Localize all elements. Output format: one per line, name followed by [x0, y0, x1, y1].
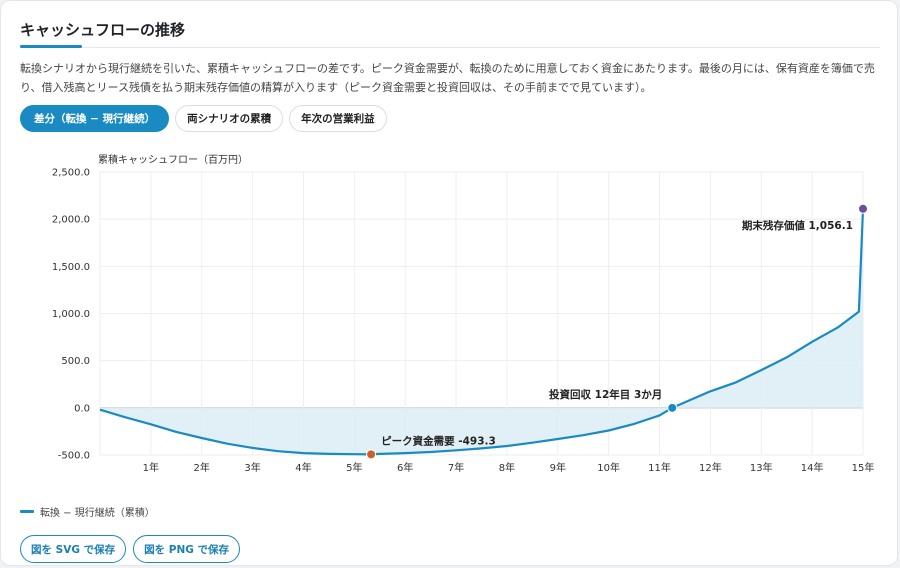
- x-tick-label: 13年: [750, 461, 773, 474]
- x-tick-label: 9年: [550, 461, 566, 474]
- panel-description: 転換シナリオから現行継続を引いた、累積キャッシュフローの差です。ピーク資金需要が…: [20, 62, 875, 94]
- x-tick-label: 14年: [801, 461, 824, 474]
- y-tick-label: 2,000.0: [52, 215, 90, 226]
- tab-both-scenarios[interactable]: 両シナリオの累積: [175, 105, 284, 132]
- save-buttons: 図を SVG で保存 図を PNG で保存: [20, 535, 241, 563]
- panel-title: キャッシュフローの推移: [20, 21, 186, 39]
- y-tick-label: -500.0: [58, 451, 90, 462]
- terminal-marker: [858, 203, 868, 214]
- y-tick-label: 1,000.0: [52, 309, 90, 320]
- x-tick-label: 2年: [194, 461, 210, 474]
- terminal-label: 期末残存価値 1,056.1: [742, 219, 853, 232]
- title-divider: [20, 47, 880, 48]
- y-tick-label: 500.0: [61, 356, 90, 367]
- legend-label: 転換 − 現行継続（累積）: [40, 508, 155, 519]
- y-tick-label: 0.0: [74, 403, 90, 414]
- title-underline: [20, 45, 82, 48]
- tab-difference[interactable]: 差分（転換 − 現行継続）: [20, 105, 170, 132]
- y-tick-label: 2,500.0: [52, 168, 90, 179]
- view-tabs: 差分（転換 − 現行継続） 両シナリオの累積 年次の営業利益: [20, 105, 387, 132]
- cashflow-panel: キャッシュフローの推移 転換シナリオから現行継続を引いた、累積キャッシュフローの…: [0, 0, 898, 566]
- x-tick-label: 12年: [699, 461, 722, 474]
- payback-label: 投資回収 12年目 3か月: [549, 388, 662, 401]
- x-tick-label: 5年: [346, 461, 362, 474]
- x-tick-label: 8年: [499, 461, 515, 474]
- chart-legend: 転換 − 現行継続（累積）: [20, 504, 155, 519]
- x-tick-label: 7年: [448, 461, 464, 474]
- payback-marker: [667, 402, 678, 413]
- x-tick-label: 6年: [397, 461, 413, 474]
- x-tick-label: 11年: [648, 461, 671, 474]
- peak-marker: [366, 449, 377, 460]
- x-tick-label: 10年: [597, 461, 620, 474]
- chart-area: 累積キャッシュフロー（百万円） 2,500.0 2,000.0 1,500.0 1,00…: [1, 147, 897, 477]
- legend-swatch: [20, 510, 34, 513]
- y-tick-label: 1,500.0: [52, 262, 90, 273]
- y-axis-title: 累積キャッシュフロー（百万円）: [98, 153, 248, 166]
- x-tick-label: 3年: [244, 461, 260, 474]
- save-svg-button[interactable]: 図を SVG で保存: [20, 535, 127, 563]
- save-png-button[interactable]: 図を PNG で保存: [133, 535, 241, 563]
- x-tick-label: 4年: [295, 461, 311, 474]
- peak-label: ピーク資金需要 -493.3: [381, 434, 496, 447]
- cumulative-cashflow-chart: 累積キャッシュフロー（百万円） 2,500.0 2,000.0 1,500.0 1,00…: [52, 153, 875, 474]
- x-tick-label: 15年: [852, 461, 875, 474]
- tab-annual-operating-profit[interactable]: 年次の営業利益: [289, 105, 387, 132]
- series-area: [100, 208, 863, 455]
- x-tick-label: 1年: [143, 461, 159, 474]
